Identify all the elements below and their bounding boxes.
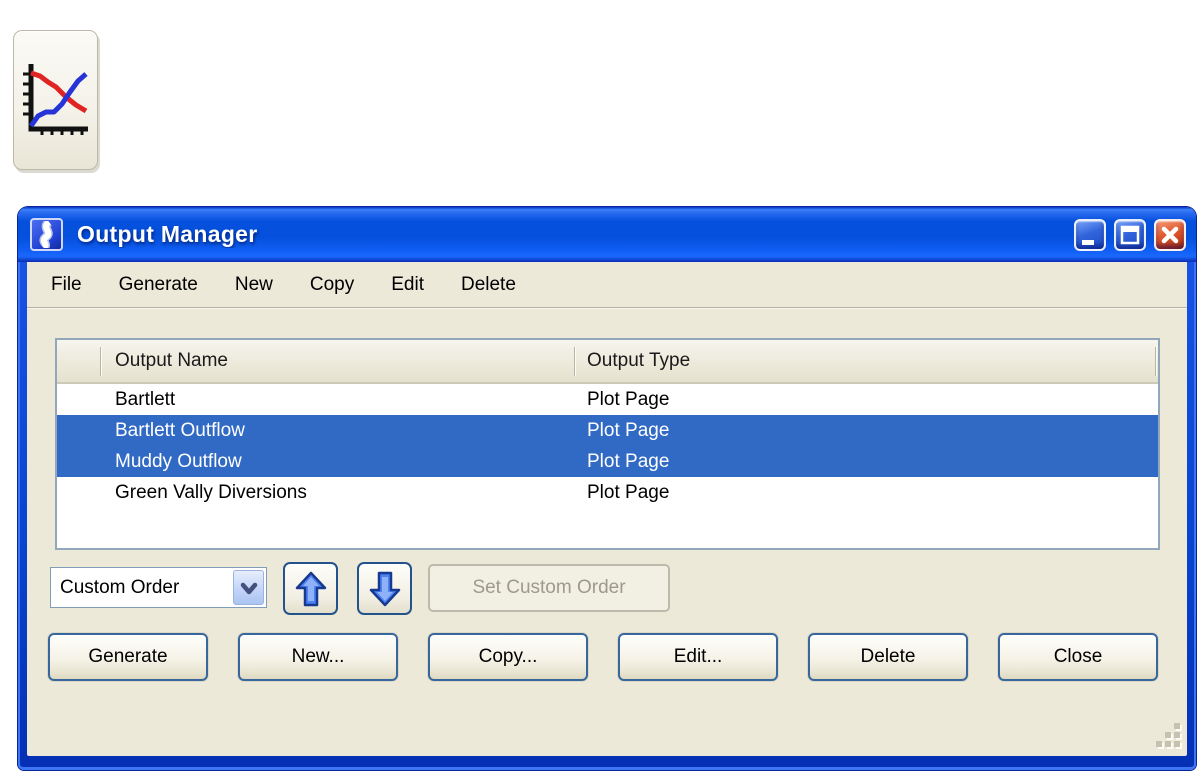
output-manager-window: Output Manager [18,207,1196,770]
order-select-value: Custom Order [51,577,233,599]
riverware-logo-icon[interactable] [30,218,63,251]
table-row[interactable]: Green Vally Diversions Plot Page [57,477,1158,508]
menubar: File Generate New Copy Edit Delete [27,262,1187,308]
resize-grip[interactable] [1152,722,1182,752]
table-header: Output Name Output Type [57,340,1158,384]
window-client-area: File Generate New Copy Edit Delete Outpu… [27,262,1187,756]
menu-file[interactable]: File [39,268,94,302]
output-type-cell: Plot Page [574,389,1158,411]
window-title: Output Manager [77,221,1074,248]
copy-button[interactable]: Copy... [428,633,588,681]
output-name-cell: Bartlett Outflow [57,420,574,442]
header-divider [100,347,101,376]
header-divider [1155,347,1156,376]
output-name-cell: Green Vally Diversions [57,482,574,504]
maximize-button[interactable] [1114,219,1146,251]
edit-button[interactable]: Edit... [618,633,778,681]
output-type-cell: Plot Page [574,451,1158,473]
menu-copy[interactable]: Copy [298,268,366,302]
table-row[interactable]: Muddy Outflow Plot Page [57,446,1158,477]
header-output-name[interactable]: Output Name [100,340,574,382]
close-icon [1156,221,1184,249]
minimize-button[interactable] [1074,219,1106,251]
header-spacer [57,340,100,382]
output-name-cell: Bartlett [57,389,574,411]
titlebar[interactable]: Output Manager [18,207,1196,262]
menu-edit[interactable]: Edit [379,268,436,302]
output-type-cell: Plot Page [574,420,1158,442]
plot-page-toolbar-button[interactable] [13,30,98,170]
menu-new[interactable]: New [223,268,285,302]
generate-button[interactable]: Generate [48,633,208,681]
menu-delete[interactable]: Delete [449,268,528,302]
arrow-down-icon [365,569,405,609]
new-button[interactable]: New... [238,633,398,681]
move-down-button[interactable] [357,562,412,615]
table-row[interactable]: Bartlett Plot Page [57,384,1158,415]
close-button[interactable] [1154,219,1186,251]
delete-button[interactable]: Delete [808,633,968,681]
header-output-type[interactable]: Output Type [574,340,1158,382]
chevron-down-icon [233,570,264,605]
desktop: Output Manager [0,0,1204,779]
order-select[interactable]: Custom Order [50,567,267,608]
minimize-icon [1076,221,1104,249]
output-type-cell: Plot Page [574,482,1158,504]
set-custom-order-button[interactable]: Set Custom Order [428,564,670,612]
plot-lines-icon [20,60,92,141]
close-dialog-button[interactable]: Close [998,633,1158,681]
maximize-icon [1116,221,1144,249]
output-name-cell: Muddy Outflow [57,451,574,473]
header-divider [574,347,575,376]
outputs-table: Output Name Output Type Bartlett Plot Pa… [55,338,1160,550]
menu-generate[interactable]: Generate [107,268,210,302]
arrow-up-icon [291,569,331,609]
move-up-button[interactable] [283,562,338,615]
table-row[interactable]: Bartlett Outflow Plot Page [57,415,1158,446]
